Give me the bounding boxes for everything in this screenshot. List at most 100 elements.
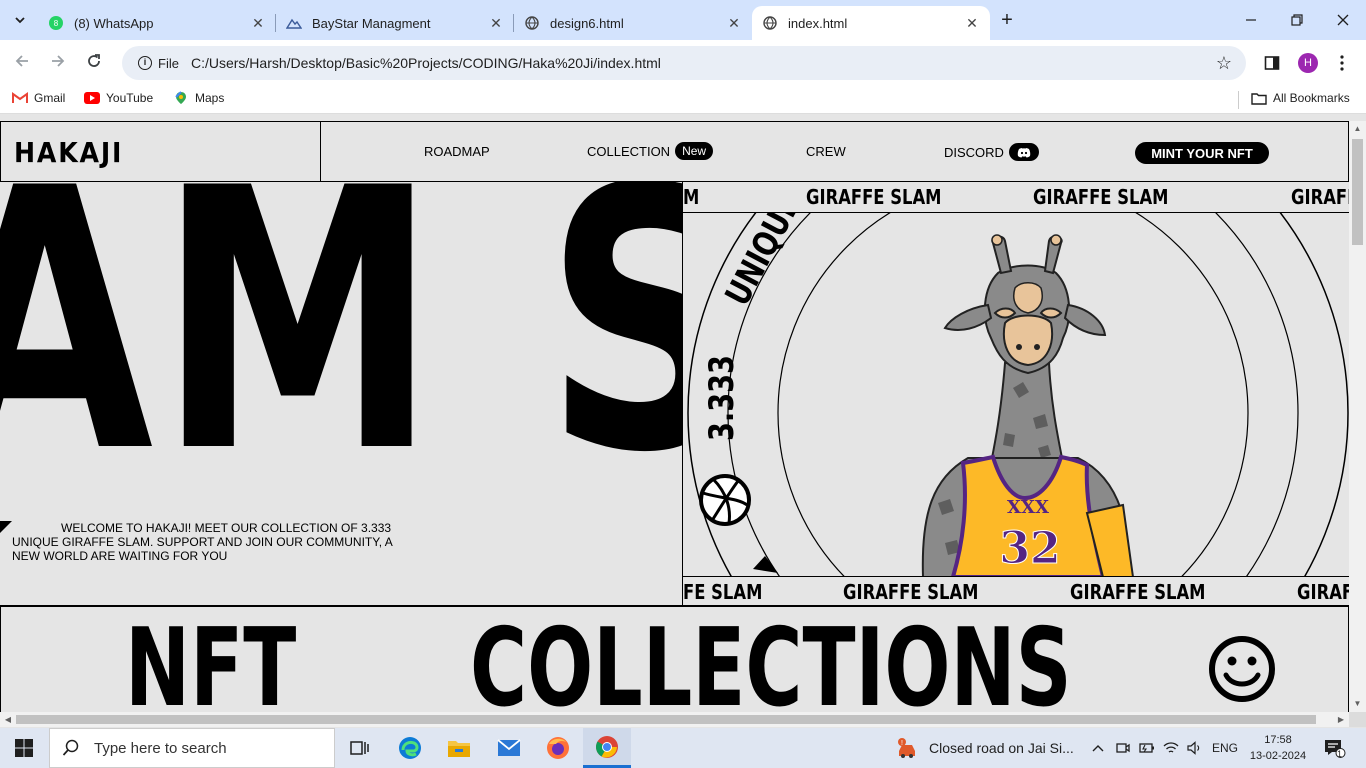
youtube-icon xyxy=(84,91,100,105)
back-button[interactable] xyxy=(10,51,34,75)
basketball-icon xyxy=(699,474,751,526)
marquee-item: GIRAF xyxy=(1297,580,1349,604)
site-info-chip[interactable]: i File xyxy=(130,50,187,76)
bookmark-label: YouTube xyxy=(106,91,154,105)
bookmarks-bar: Gmail YouTube Maps All Bookmarks xyxy=(0,86,1366,114)
close-icon[interactable]: ✕ xyxy=(726,15,742,32)
volume-tray[interactable] xyxy=(1187,728,1203,768)
marquee-top: M GIRAFFE SLAM GIRAFFE SLAM GIRAFF xyxy=(683,182,1349,213)
close-icon[interactable]: ✕ xyxy=(250,15,266,32)
globe-icon xyxy=(762,15,778,31)
avatar: H xyxy=(1298,53,1318,73)
baystar-icon xyxy=(286,15,302,31)
vertical-scrollbar[interactable]: ▲ ▼ xyxy=(1349,121,1366,712)
kebab-menu-icon xyxy=(1340,55,1344,71)
nav-discord[interactable]: DISCORD xyxy=(944,143,1039,161)
taskbar-edge[interactable] xyxy=(386,728,434,768)
show-hidden-icons[interactable] xyxy=(1092,728,1104,768)
taskbar-file-explorer[interactable] xyxy=(435,728,483,768)
ring-glyph xyxy=(753,556,778,573)
taskbar-clock[interactable]: 17:58 13-02-2024 xyxy=(1248,732,1308,764)
meet-now-tray[interactable] xyxy=(1116,728,1130,768)
scroll-up-icon[interactable]: ▲ xyxy=(1349,121,1366,137)
vertical-scroll-thumb[interactable] xyxy=(1352,139,1363,245)
smiley-icon xyxy=(1209,636,1275,702)
logo-container: HAKAJI xyxy=(1,122,321,182)
minimize-button[interactable] xyxy=(1228,0,1274,40)
circle-text-unique: UNIQUE xyxy=(718,213,809,312)
close-icon[interactable]: ✕ xyxy=(488,15,504,32)
start-button[interactable] xyxy=(0,728,48,768)
reload-button[interactable] xyxy=(82,51,106,75)
tab-baystar[interactable]: BayStar Managment ✕ xyxy=(276,6,514,40)
marquee-item: GIRAFF xyxy=(1291,185,1349,209)
horizontal-scroll-thumb[interactable] xyxy=(16,715,1316,724)
scroll-right-icon[interactable]: ▶ xyxy=(1333,712,1349,727)
taskbar-firefox[interactable] xyxy=(534,728,582,768)
tab-whatsapp[interactable]: 8 (8) WhatsApp ✕ xyxy=(38,6,276,40)
task-view-icon xyxy=(350,741,369,755)
battery-icon xyxy=(1139,743,1154,753)
notification-icon xyxy=(1325,740,1346,758)
collections-word-nft: NFT xyxy=(125,607,297,713)
chevron-down-icon xyxy=(15,17,25,24)
discord-icon xyxy=(1008,143,1039,161)
restore-button[interactable] xyxy=(1274,0,1320,40)
forward-button[interactable] xyxy=(46,51,70,75)
camera-icon xyxy=(1116,743,1130,753)
nav-roadmap[interactable]: ROADMAP xyxy=(424,144,490,159)
site-info-label: File xyxy=(158,55,179,71)
taskbar-chrome[interactable] xyxy=(583,728,631,768)
circle-text-count: 3.333 xyxy=(702,355,742,441)
bookmark-gmail[interactable]: Gmail xyxy=(12,91,65,105)
corner-decoration xyxy=(0,521,12,533)
weather-widget[interactable]: ! Closed road on Jai Si... xyxy=(896,728,1074,768)
bookmark-maps[interactable]: Maps xyxy=(173,91,224,105)
battery-tray[interactable] xyxy=(1139,728,1155,768)
nav-roadmap-label: ROADMAP xyxy=(424,144,490,159)
firefox-icon xyxy=(547,737,569,759)
scroll-down-icon[interactable]: ▼ xyxy=(1349,696,1366,712)
tab-search-button[interactable] xyxy=(8,8,32,32)
taskbar-mail[interactable] xyxy=(485,728,533,768)
browser-menu-button[interactable] xyxy=(1331,52,1353,74)
wifi-tray[interactable] xyxy=(1163,728,1179,768)
new-badge: New xyxy=(675,142,714,160)
notification-center-button[interactable]: 1 xyxy=(1324,728,1346,768)
jersey-text: XXX xyxy=(1007,497,1049,518)
nav-collection[interactable]: COLLECTION New xyxy=(587,142,714,160)
address-url[interactable]: C:/Users/Harsh/Desktop/Basic%20Projects/… xyxy=(191,55,661,71)
side-panel-icon xyxy=(1264,56,1280,70)
tab-title: design6.html xyxy=(550,15,624,31)
profile-button[interactable]: H xyxy=(1297,52,1319,74)
scroll-left-icon[interactable]: ◀ xyxy=(0,712,16,727)
language-label: ENG xyxy=(1212,741,1239,755)
address-bar[interactable]: i File C:/Users/Harsh/Desktop/Basic%20Pr… xyxy=(122,46,1246,80)
language-indicator[interactable]: ENG xyxy=(1212,728,1238,768)
jersey-number: 32 xyxy=(999,523,1060,574)
bookmark-youtube[interactable]: YouTube xyxy=(84,91,153,105)
tab-title: BayStar Managment xyxy=(312,15,431,31)
windows-logo-icon xyxy=(15,739,33,757)
notification-count: 1 xyxy=(1337,749,1343,759)
tab-design6[interactable]: design6.html ✕ xyxy=(514,6,752,40)
task-view-button[interactable] xyxy=(336,728,384,768)
taskbar-search-box[interactable]: Type here to search xyxy=(49,728,335,768)
marquee-item: GIRAFFE SLAM xyxy=(806,185,942,209)
close-icon[interactable]: ✕ xyxy=(964,15,980,32)
site-logo[interactable]: HAKAJI xyxy=(14,136,123,169)
mint-nft-button[interactable]: MINT YOUR NFT xyxy=(1135,142,1269,164)
search-icon xyxy=(62,739,79,756)
side-panel-button[interactable] xyxy=(1261,52,1283,74)
bookmark-star-icon[interactable]: ☆ xyxy=(1216,53,1232,74)
clock-time: 17:58 xyxy=(1264,734,1292,746)
horizontal-scrollbar[interactable]: ◀ ▶ xyxy=(0,712,1349,727)
tab-index[interactable]: index.html ✕ xyxy=(752,6,990,40)
all-bookmarks-button[interactable]: All Bookmarks xyxy=(1251,91,1350,105)
folder-icon xyxy=(448,741,470,757)
new-tab-button[interactable]: + xyxy=(996,9,1018,31)
close-window-button[interactable] xyxy=(1320,0,1366,40)
whatsapp-icon: 8 xyxy=(48,15,64,31)
nav-crew[interactable]: CREW xyxy=(806,144,846,159)
reload-icon xyxy=(88,54,100,67)
